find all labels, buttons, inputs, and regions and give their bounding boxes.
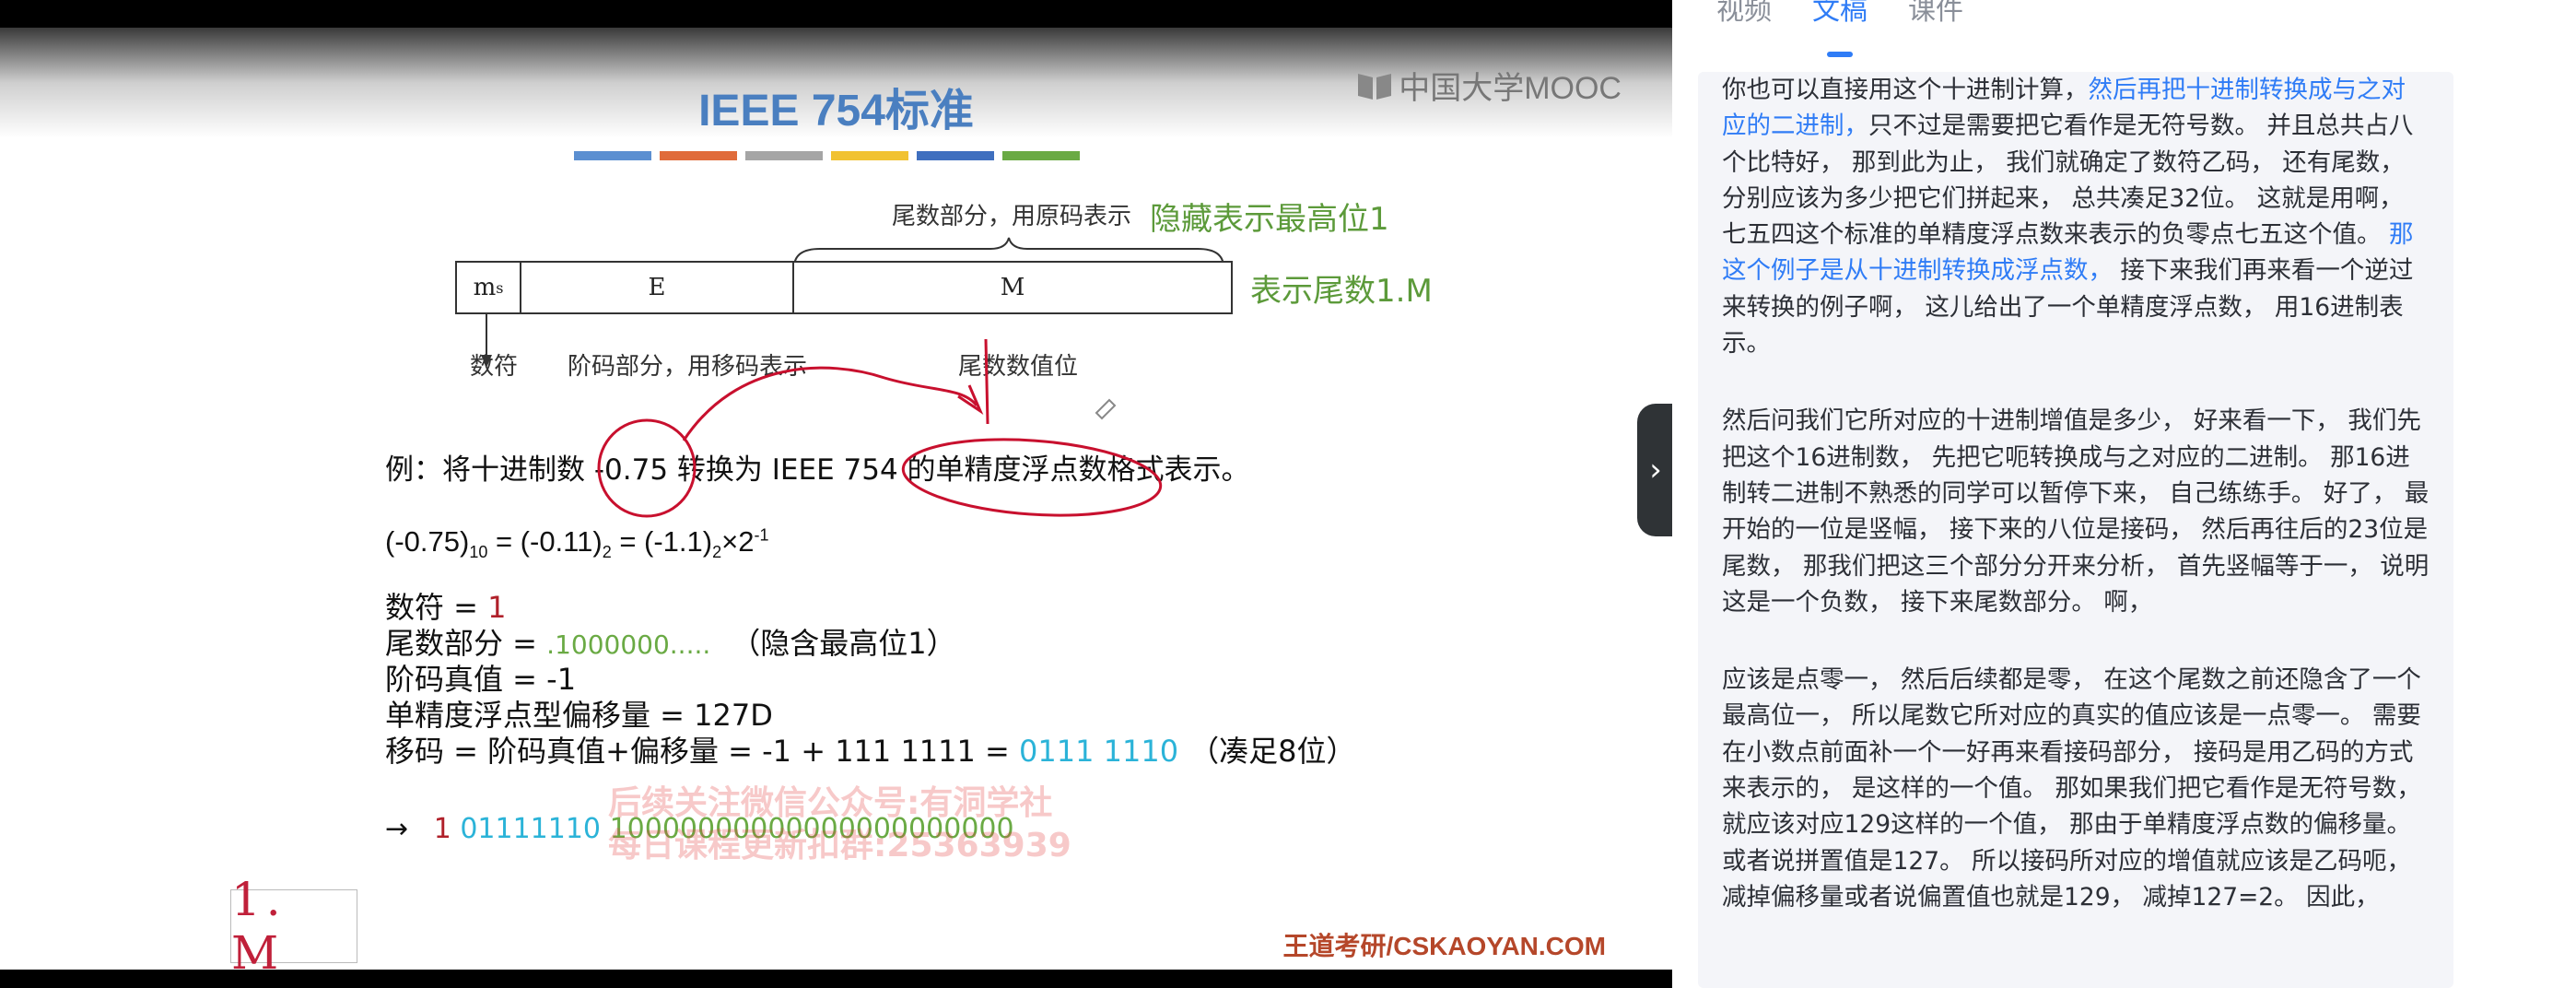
tab-document[interactable]: 文稿 (1812, 0, 1868, 57)
transcript-text: 应该是点零一， 然后后续都是零， 在这个尾数之前还隐含了一个最高位一， 所以尾数… (1722, 665, 2421, 912)
tab-label: 视频 (1716, 0, 1772, 27)
transcript-document[interactable]: 你也可以直接用这个十进制计算，然后再把十进制转换成与之对应的二进制，只不过是需要… (1698, 72, 2453, 988)
transcript-paragraph: 应该是点零一， 然后后续都是零， 在这个尾数之前还隐含了一个最高位一， 所以尾数… (1722, 662, 2430, 915)
pen-annotations (597, 338, 1163, 518)
slide-footer-brand: 王道考研/CSKAOYAN.COM (1282, 932, 1606, 960)
pen-cursor-icon (1095, 398, 1117, 420)
chevron-right-icon: › (1649, 452, 1662, 488)
transcript-text: 然后问我们它所对应的十进制增值是多少， 好来看一下， 我们先把这个16进制数， … (1722, 406, 2430, 617)
video-player[interactable]: IEEE 754标准 中国大学MOOC 尾数部分，用原码表示 隐藏表示最高位1 … (0, 0, 1672, 988)
video-top-bar (0, 0, 1672, 28)
tab-courseware[interactable]: 课件 (1908, 0, 1963, 44)
tab-label: 文稿 (1812, 0, 1868, 27)
handwritten-note: 1. M (230, 873, 357, 970)
panel-toggle-button[interactable]: › (1637, 404, 1674, 536)
panel-tabs: 视频 文稿 课件 (1716, 0, 1963, 57)
side-panel: 视频 文稿 课件 你也可以直接用这个十进制计算，然后再把十进制转换成与之对应的二进制… (1672, 0, 2576, 988)
lecture-slide: IEEE 754标准 中国大学MOOC 尾数部分，用原码表示 隐藏表示最高位1 … (0, 28, 1672, 970)
tab-active-indicator (1827, 52, 1853, 57)
transcript-paragraph: 你也可以直接用这个十进制计算，然后再把十进制转换成与之对应的二进制，只不过是需要… (1722, 72, 2430, 361)
tab-label: 课件 (1908, 0, 1963, 27)
transcript-paragraph: 然后问我们它所对应的十进制增值是多少， 好来看一下， 我们先把这个16进制数， … (1722, 403, 2430, 620)
transcript-text: 你也可以直接用这个十进制计算， (1722, 76, 2089, 104)
tab-video[interactable]: 视频 (1716, 0, 1772, 44)
video-bottom-bar (0, 970, 1672, 988)
